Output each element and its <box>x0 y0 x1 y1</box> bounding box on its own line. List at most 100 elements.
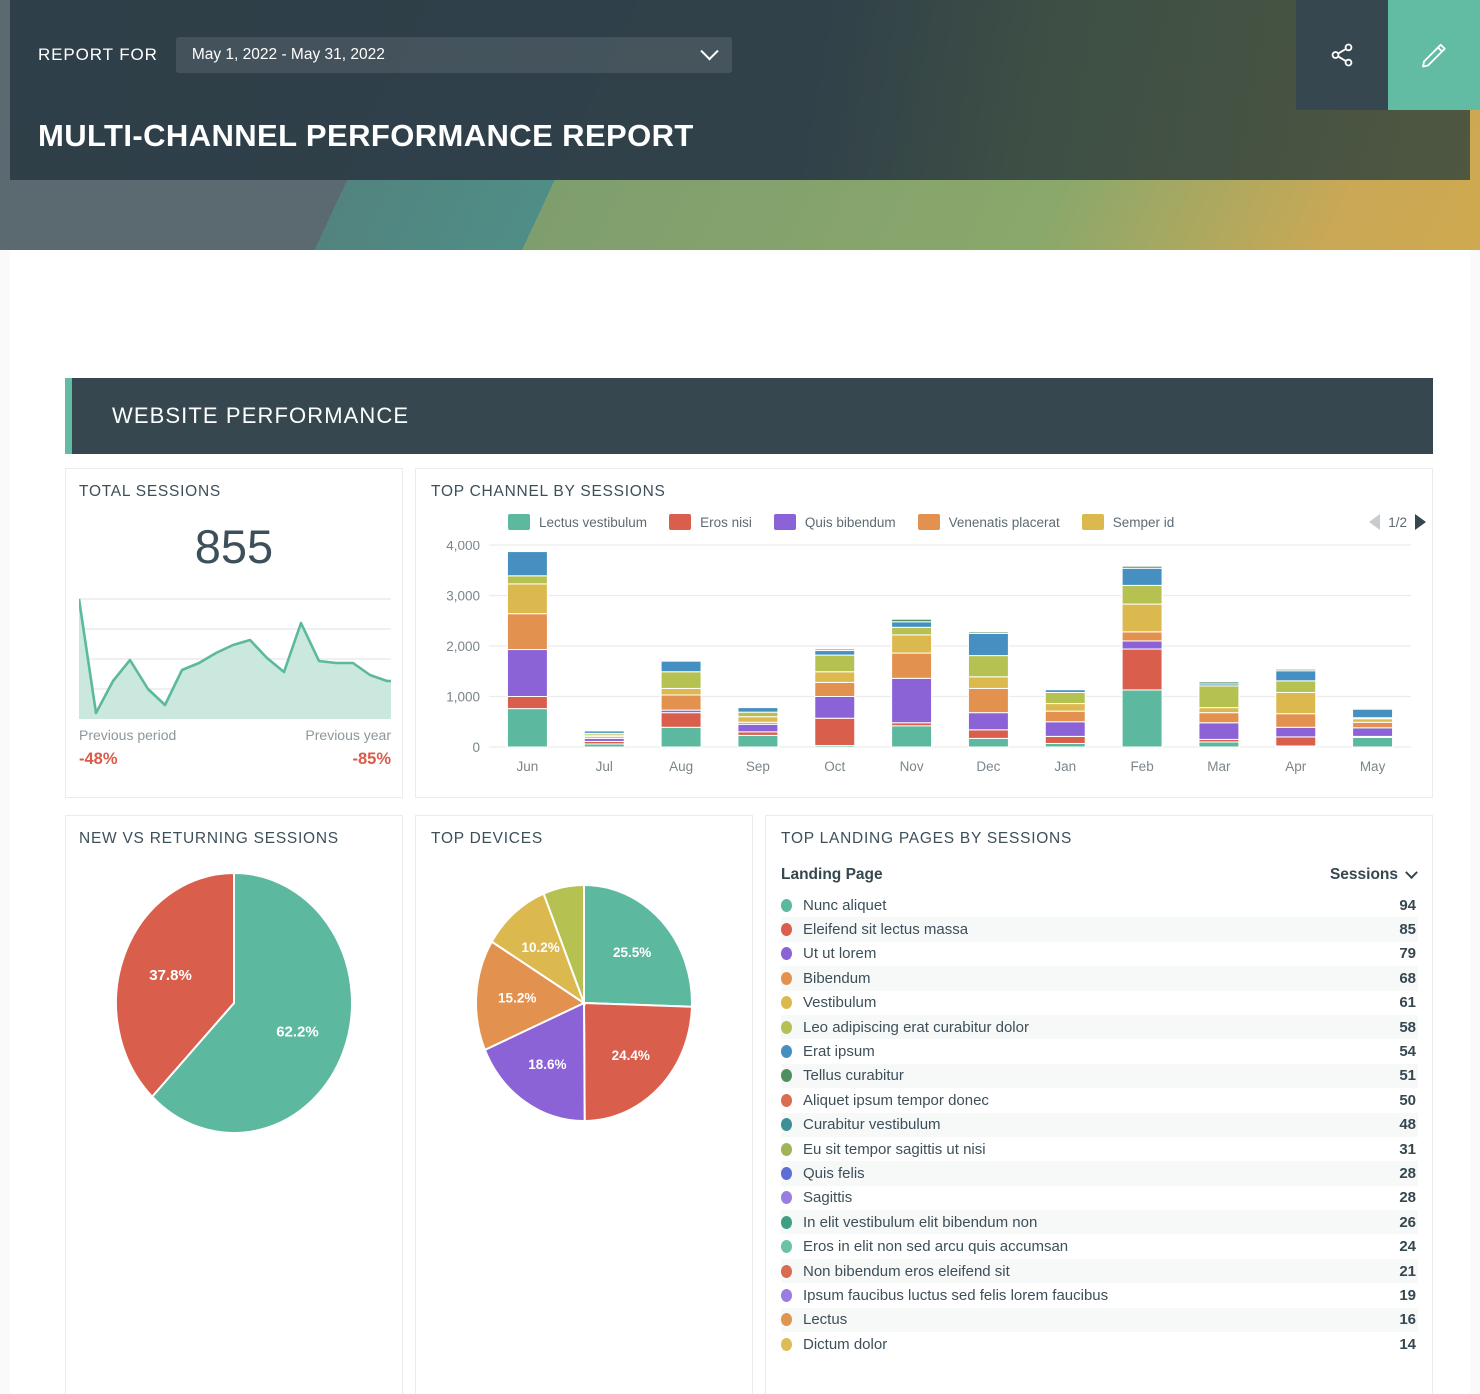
bar-segment <box>1122 632 1162 641</box>
chart-legend: Lectus vestibulum Eros nisi Quis bibendum V… <box>508 511 1422 533</box>
table-row[interactable]: Lectus16 <box>781 1308 1418 1332</box>
x-axis-tick-label: Sep <box>746 759 770 774</box>
x-axis-tick-label: Mar <box>1207 759 1231 774</box>
bar-segment <box>507 697 547 709</box>
section-header-website-performance: WEBSITE PERFORMANCE <box>65 378 1433 454</box>
card-title-new-vs-returning: NEW VS RETURNING SESSIONS <box>79 830 339 848</box>
table-row[interactable]: Eleifend sit lectus massa85 <box>781 917 1418 941</box>
bar-segment <box>507 650 547 697</box>
landing-page-name: Eu sit tempor sagittis ut nisi <box>803 1141 986 1158</box>
card-top-landing-pages: TOP LANDING PAGES BY SESSIONS Landing Pa… <box>765 815 1433 1394</box>
table-row[interactable]: Bibendum68 <box>781 966 1418 990</box>
bar-segment <box>968 713 1008 730</box>
column-header-sessions-label: Sessions <box>1330 866 1398 884</box>
table-row-label: Aliquet ipsum tempor donec <box>781 1092 989 1109</box>
color-dot-icon <box>781 1118 792 1131</box>
bar-segment <box>1276 669 1316 671</box>
triangle-right-icon[interactable] <box>1415 514 1426 530</box>
bar-segment <box>1045 722 1085 737</box>
bar-segment <box>1199 742 1239 747</box>
card-title-total-sessions: TOTAL SESSIONS <box>79 483 221 501</box>
y-axis-tick-label: 1,000 <box>446 690 480 705</box>
bar-segment <box>661 695 701 710</box>
table-row[interactable]: Quis felis28 <box>781 1161 1418 1185</box>
x-axis-tick-label: Apr <box>1285 759 1307 774</box>
legend-item[interactable]: Semper id <box>1082 514 1175 530</box>
bar-segment <box>892 619 932 622</box>
legend-item[interactable]: Quis bibendum <box>774 514 896 530</box>
table-row[interactable]: Curabitur vestibulum48 <box>781 1113 1418 1137</box>
bar-segment <box>1353 737 1393 747</box>
legend-item[interactable]: Eros nisi <box>669 514 752 530</box>
landing-page-sessions: 26 <box>1399 1214 1416 1231</box>
x-axis-tick-label: Jun <box>517 759 539 774</box>
bar-segment <box>1353 719 1393 723</box>
bar-segment <box>892 653 932 678</box>
total-sessions-value: 855 <box>66 519 402 574</box>
date-range-selector[interactable]: May 1, 2022 - May 31, 2022 <box>176 37 732 73</box>
bar-segment <box>1276 671 1316 681</box>
new-vs-returning-pie-chart: 62.2%37.8% <box>89 868 379 1138</box>
total-sessions-comparisons: Previous period -48% Previous year -85% <box>79 727 391 769</box>
comparison-previous-year-label: Previous year <box>305 727 391 743</box>
color-dot-icon <box>781 1094 792 1107</box>
table-row[interactable]: Eros in elit non sed arcu quis accumsan 2… <box>781 1234 1418 1258</box>
bar-segment <box>738 732 778 736</box>
table-row-label: Eros in elit non sed arcu quis accumsan <box>781 1238 1068 1255</box>
comparison-previous-period-value: -48% <box>79 750 176 769</box>
bar-segment <box>507 552 547 576</box>
edit-button[interactable] <box>1388 0 1480 110</box>
x-axis-tick-label: Jan <box>1054 759 1076 774</box>
bar-segment <box>968 632 1008 634</box>
table-row[interactable]: Aliquet ipsum tempor donec50 <box>781 1088 1418 1112</box>
color-dot-icon <box>781 1289 792 1302</box>
landing-page-name: Eros in elit non sed arcu quis accumsan <box>803 1238 1068 1255</box>
bar-segment <box>892 627 932 635</box>
table-row[interactable]: Leo adipiscing erat curabitur dolor58 <box>781 1015 1418 1039</box>
bar-segment <box>1045 711 1085 722</box>
landing-page-name: Curabitur vestibulum <box>803 1116 941 1133</box>
table-row[interactable]: Sagittis28 <box>781 1186 1418 1210</box>
table-row[interactable]: Non bibendum eros eleifend sit21 <box>781 1259 1418 1283</box>
table-row[interactable]: Tellus curabitur51 <box>781 1064 1418 1088</box>
column-header-sessions[interactable]: Sessions <box>1330 866 1416 884</box>
table-row[interactable]: Eu sit tempor sagittis ut nisi31 <box>781 1137 1418 1161</box>
report-sheet: WEBSITE PERFORMANCE TOTAL SESSIONS 855 P… <box>10 250 1470 1394</box>
card-top-channel-by-sessions: TOP CHANNEL BY SESSIONS Lectus vestibulu… <box>415 468 1433 798</box>
x-axis-tick-label: Nov <box>900 759 924 774</box>
total-sessions-sparkline <box>79 597 391 719</box>
legend-label: Lectus vestibulum <box>539 515 647 530</box>
card-title-top-devices: TOP DEVICES <box>431 830 543 848</box>
bar-segment <box>892 635 932 653</box>
share-button[interactable] <box>1296 0 1388 110</box>
new-vs-returning-pie-wrap: 62.2%37.8% <box>66 868 402 1138</box>
bar-segment <box>1199 708 1239 713</box>
bar-segment <box>1276 727 1316 737</box>
toolbar-actions <box>1296 0 1480 110</box>
bar-segment <box>1122 568 1162 585</box>
table-row[interactable]: Dictum dolor14 <box>781 1332 1418 1356</box>
bar-segment <box>1199 682 1239 684</box>
legend-item[interactable]: Venenatis placerat <box>918 514 1060 530</box>
table-row[interactable]: Vestibulum61 <box>781 991 1418 1015</box>
triangle-left-icon[interactable] <box>1369 514 1380 530</box>
y-axis-tick-label: 0 <box>472 740 480 755</box>
legend-item[interactable]: Lectus vestibulum <box>508 514 647 530</box>
comparison-previous-period-label: Previous period <box>79 727 176 743</box>
legend-label: Venenatis placerat <box>949 515 1060 530</box>
table-row[interactable]: Ut ut lorem79 <box>781 942 1418 966</box>
table-row[interactable]: Nunc aliquet94 <box>781 893 1418 917</box>
y-axis-tick-label: 3,000 <box>446 589 480 604</box>
stacked-bar-chart: 01,0002,0003,0004,000JunJulAugSepOctNovD… <box>431 541 1419 781</box>
table-row[interactable]: Erat ipsum54 <box>781 1039 1418 1063</box>
landing-page-name: Vestibulum <box>803 994 876 1011</box>
table-row[interactable]: In elit vestibulum elit bibendum non26 <box>781 1210 1418 1234</box>
bar-segment <box>815 718 855 745</box>
landing-page-sessions: 16 <box>1399 1311 1416 1328</box>
table-row[interactable]: Ipsum faucibus luctus sed felis lorem fa… <box>781 1283 1418 1307</box>
color-dot-icon <box>781 899 792 912</box>
landing-page-sessions: 24 <box>1399 1238 1416 1255</box>
landing-page-sessions: 79 <box>1399 945 1416 962</box>
color-dot-icon <box>781 1265 792 1278</box>
section-accent-bar <box>65 378 72 454</box>
